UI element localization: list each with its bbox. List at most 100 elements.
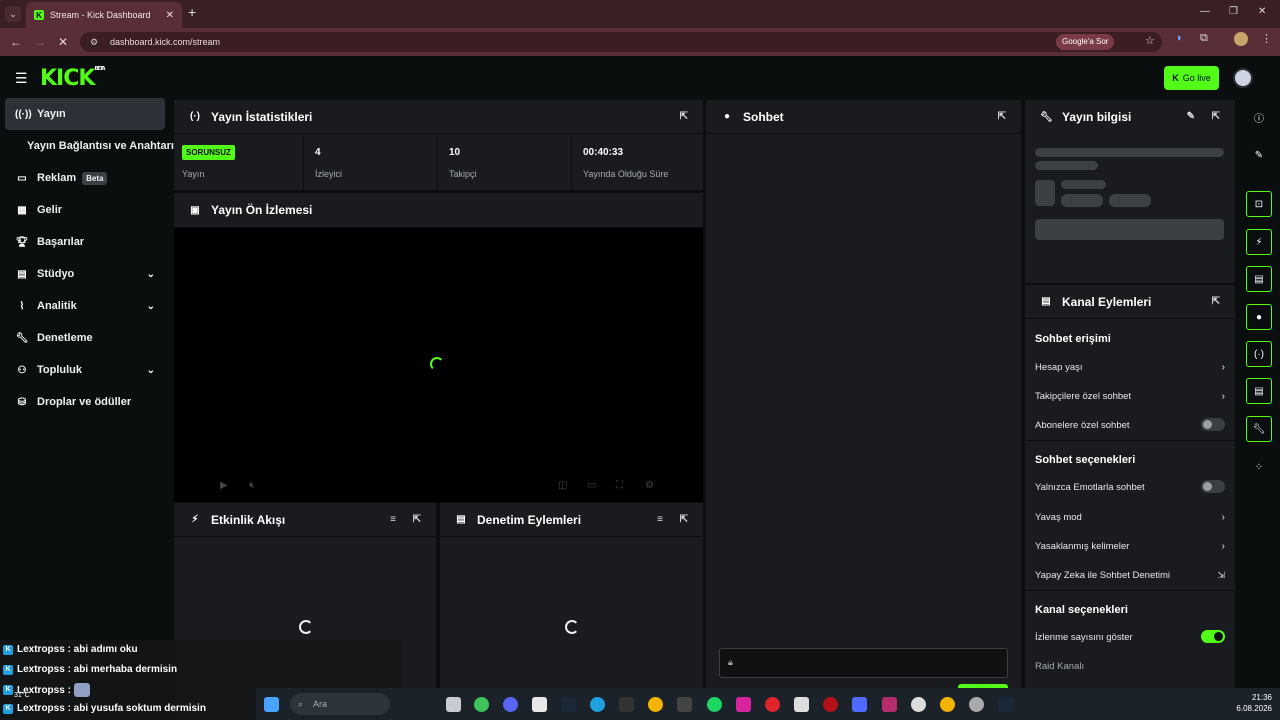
sidebar-item-gelir[interactable]: ▦ Gelir [5, 194, 165, 226]
theater-icon[interactable]: ▭ [587, 480, 596, 491]
sidebar-item-studyo[interactable]: ▤ Stüdyo ⌄ [5, 258, 165, 290]
fullscreen-icon[interactable]: ⛶ [616, 480, 623, 491]
chat-input[interactable]: 🔒︎ [719, 648, 1008, 678]
settings-gear-icon[interactable]: ⚙ [645, 480, 654, 491]
app-icon[interactable] [969, 697, 984, 712]
site-info-icon[interactable]: ⚙ [90, 37, 100, 48]
mute-icon[interactable]: 🔇︎ [249, 480, 255, 491]
broadcast-icon[interactable]: (·) [1246, 341, 1272, 367]
forward-icon[interactable]: → [34, 35, 46, 49]
sidebar-item-reklam[interactable]: ▭ Reklam Beta [5, 162, 165, 194]
edge-icon[interactable] [590, 697, 605, 712]
steam-icon[interactable] [998, 697, 1013, 712]
document-icon[interactable]: ▤ [1246, 266, 1272, 292]
popout-icon[interactable]: ⇱ [998, 111, 1006, 122]
stream-preview-header: ▣ Yayın Ön İzlemesi [174, 193, 703, 227]
extensions-puzzle-icon[interactable]: ⧉ [1200, 32, 1208, 45]
go-live-button[interactable]: K Go live [1164, 66, 1219, 90]
instagram-icon[interactable] [736, 697, 751, 712]
chat-bubble-icon[interactable]: ● [1246, 304, 1272, 330]
chrome-icon[interactable] [648, 697, 663, 712]
avatar[interactable] [1233, 68, 1253, 88]
file-explorer-icon[interactable] [446, 697, 461, 712]
popout-icon[interactable]: ⇱ [1212, 296, 1220, 307]
bookmark-star-icon[interactable]: ☆ [1145, 34, 1155, 47]
raid-channel-row[interactable]: Raid Kanalı [1035, 661, 1225, 672]
weather-widget[interactable]: 31°C [14, 692, 30, 699]
filter-icon[interactable]: ≡ [657, 514, 663, 525]
filter-icon[interactable]: ≡ [390, 514, 396, 525]
sidebar-item-droplar[interactable]: ⛁ Droplar ve ödüller [5, 386, 165, 418]
app-icon[interactable] [823, 697, 838, 712]
spotify-icon[interactable] [707, 697, 722, 712]
divider [1025, 440, 1235, 441]
close-window-icon[interactable]: ✕ [1258, 6, 1266, 17]
show-viewer-count-toggle[interactable] [1201, 630, 1225, 643]
analytics-icon: ⌇ [19, 300, 25, 312]
stat-uptime: 00:40:33 Yayında Olduğu Süre [575, 136, 703, 190]
popout-icon[interactable]: ⇱ [413, 514, 421, 525]
menu-kebab-icon[interactable]: ⋮ [1261, 32, 1272, 45]
subscribers-only-toggle[interactable] [1201, 418, 1225, 431]
new-tab-icon[interactable]: + [188, 4, 196, 20]
followers-only-row[interactable]: Takipçilere özel sohbet › [1035, 391, 1225, 402]
sidebar-item-stream-key[interactable]: Yayın Bağlantısı ve Anahtarı [5, 130, 175, 162]
maximize-icon[interactable]: ❐ [1229, 6, 1238, 17]
google-ask-chip[interactable]: Google'a Sor [1056, 34, 1115, 50]
browser-tab[interactable]: K Stream - Kick Dashboard ✕ [26, 2, 182, 28]
play-icon[interactable]: ▶ [220, 480, 228, 491]
emotes-only-toggle[interactable] [1201, 480, 1225, 493]
video-player[interactable] [174, 228, 703, 502]
wrench-icon[interactable]: 🔧︎ [1246, 416, 1272, 442]
app-icon[interactable] [882, 697, 897, 712]
edit-pencil-icon[interactable]: ✎ [1246, 142, 1272, 168]
lightning-icon[interactable]: ⚡︎ [1246, 229, 1272, 255]
popout-icon[interactable]: ⇱ [680, 111, 688, 122]
app-icon[interactable] [677, 697, 692, 712]
popout-icon[interactable]: ⇱ [680, 514, 688, 525]
popout-icon[interactable]: ⇱ [1212, 111, 1220, 122]
chevron-right-icon: › [1221, 512, 1225, 523]
sidebar-item-basarilar[interactable]: 🏆︎ Başarılar [5, 226, 165, 258]
app-icon[interactable] [474, 697, 489, 712]
edit-pencil-icon[interactable]: ✎ [1187, 111, 1195, 122]
add-widget-icon[interactable]: ⁘ [1246, 454, 1272, 480]
obs-icon[interactable] [911, 697, 926, 712]
banned-words-row[interactable]: Yasaklanmış kelimeler › [1035, 541, 1225, 552]
kick-logo[interactable]: KICKBETA [40, 66, 106, 91]
lock-icon: 🔒︎ [728, 657, 733, 667]
store-icon[interactable] [532, 697, 547, 712]
community-icon: ⚇ [17, 364, 27, 376]
taskbar-clock[interactable]: 21:36 6.08.2026 [1236, 692, 1272, 714]
app-icon[interactable] [852, 697, 867, 712]
info-icon[interactable]: ⓘ [1246, 104, 1272, 130]
pip-icon[interactable]: ◫ [558, 480, 567, 491]
back-icon[interactable]: ← [10, 35, 22, 49]
sidebar-item-topluluk[interactable]: ⚇ Topluluk ⌄ [5, 354, 165, 386]
app-icon[interactable] [794, 697, 809, 712]
account-age-row[interactable]: Hesap yaşı › [1035, 362, 1225, 373]
url-field[interactable]: ⚙ dashboard.kick.com/stream Google'a Sor… [80, 32, 1162, 52]
slow-mode-row[interactable]: Yavaş mod › [1035, 512, 1225, 523]
steam-icon[interactable] [561, 697, 576, 712]
discord-icon[interactable] [503, 697, 518, 712]
tab-close-icon[interactable]: ✕ [166, 10, 174, 21]
profile-avatar[interactable] [1234, 32, 1248, 46]
extension-icon[interactable]: ◗ [1176, 32, 1183, 44]
tab-list-icon[interactable]: ⌄ [5, 6, 21, 22]
epic-games-icon[interactable] [619, 697, 634, 712]
stop-loading-icon[interactable]: ✕ [58, 35, 68, 49]
hamburger-menu-icon[interactable]: ☰ [15, 70, 28, 87]
taskbar-search[interactable]: ⌕ Ara [290, 693, 390, 715]
ai-moderation-row[interactable]: Yapay Zeka ile Sohbet Denetimi ⇲ [1035, 570, 1225, 581]
sidebar-item-label: Droplar ve ödüller [37, 396, 132, 408]
screenshot-icon[interactable]: ⊡ [1246, 191, 1272, 217]
sidebar-item-yayin[interactable]: ((·)) Yayın [5, 98, 165, 130]
minimize-icon[interactable]: — [1200, 6, 1210, 17]
opera-icon[interactable] [765, 697, 780, 712]
sidebar-item-analitik[interactable]: ⌇ Analitik ⌄ [5, 290, 165, 322]
channel-actions-icon[interactable]: ▤ [1246, 378, 1272, 404]
windows-start-icon[interactable] [264, 697, 279, 712]
chrome-icon[interactable] [940, 697, 955, 712]
sidebar-item-denetleme[interactable]: 🔧︎ Denetleme [5, 322, 165, 354]
